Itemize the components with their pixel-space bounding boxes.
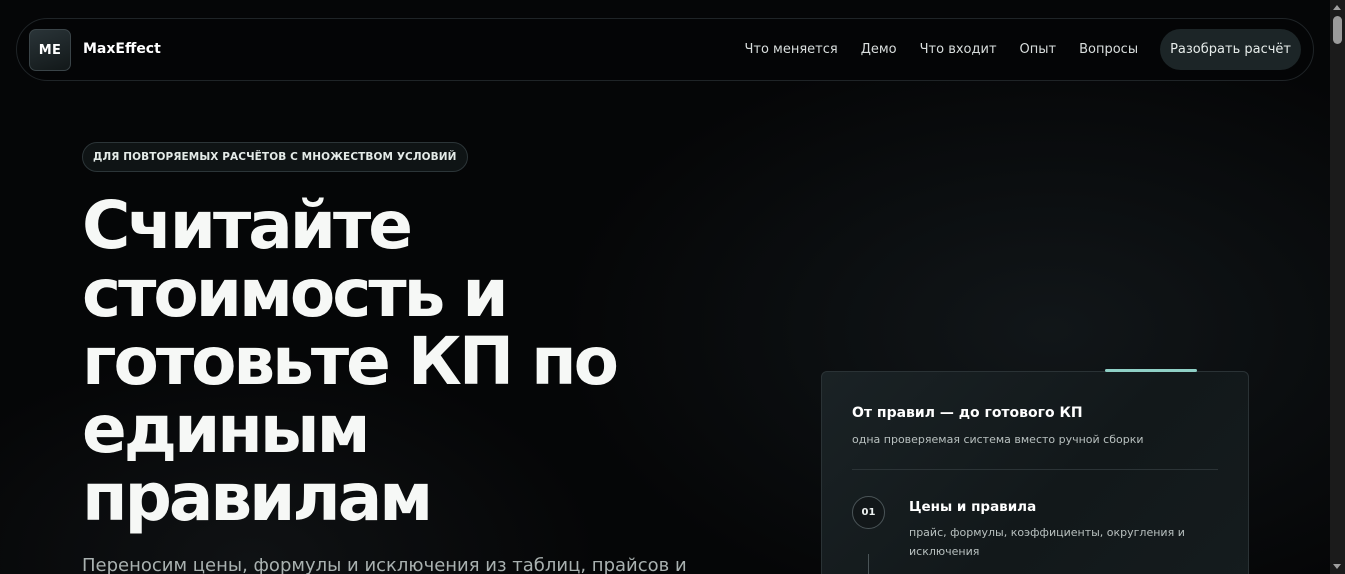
nav-link-demo[interactable]: Демо: [861, 42, 897, 57]
card-accent-bar: [1105, 369, 1197, 372]
hero-title: Считайте стоимость и готовьте КП по един…: [82, 192, 642, 532]
main-nav: Что меняется Демо Что входит Опыт Вопрос…: [721, 29, 1301, 70]
hero-subtitle: Переносим цены, формулы и исключения из …: [82, 555, 687, 574]
scroll-thumb[interactable]: [1333, 16, 1342, 44]
nav-link-experience[interactable]: Опыт: [1020, 42, 1057, 57]
nav-link-faq[interactable]: Вопросы: [1079, 42, 1138, 57]
page-scrollbar[interactable]: [1330, 0, 1345, 574]
process-card: От правил — до готового КП одна проверяе…: [821, 369, 1249, 574]
step-connector-line: [868, 554, 869, 574]
card-subtitle: одна проверяемая система вместо ручной с…: [852, 433, 1144, 446]
eyebrow-badge: ДЛЯ ПОВТОРЯЕМЫХ РАСЧЁТОВ С МНОЖЕСТВОМ УС…: [82, 142, 468, 172]
step-title: Цены и правила: [909, 499, 1037, 515]
cta-analyze-button[interactable]: Разобрать расчёт: [1160, 29, 1301, 70]
nav-link-changes[interactable]: Что меняется: [744, 42, 837, 57]
hero-title-line: готовьте КП по: [82, 323, 619, 400]
triangle-down-icon[interactable]: [1333, 564, 1341, 569]
hero-title-line: стоимость и: [82, 255, 509, 332]
hero-title-line: правилам: [82, 459, 433, 536]
hero-title-line: Считайте: [82, 187, 413, 264]
hero-title-line: единым: [82, 391, 371, 468]
step-description: прайс, формулы, коэффициенты, округления…: [909, 526, 1185, 558]
step-number-badge: 01: [852, 496, 885, 529]
triangle-up-icon[interactable]: [1333, 5, 1341, 10]
brand-name[interactable]: MaxEffect: [83, 41, 161, 57]
site-header: ME MaxEffect Что меняется Демо Что входи…: [16, 18, 1314, 81]
nav-link-included[interactable]: Что входит: [920, 42, 997, 57]
card-title: От правил — до готового КП: [852, 405, 1083, 421]
card-divider: [852, 469, 1218, 470]
logo-badge[interactable]: ME: [29, 29, 71, 71]
